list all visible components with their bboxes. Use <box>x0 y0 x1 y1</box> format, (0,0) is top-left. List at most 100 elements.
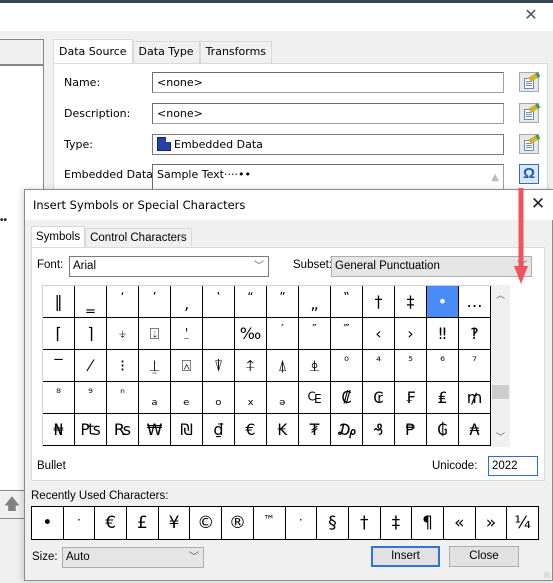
symbol-cell[interactable]: ⁝ <box>107 350 139 382</box>
symbol-cell[interactable]: ₔ <box>267 382 299 414</box>
symbol-cell[interactable]: ’ <box>139 286 171 318</box>
scroll-thumb[interactable] <box>492 385 509 399</box>
symbol-cell[interactable]: ₯ <box>331 414 363 446</box>
symbol-cell[interactable]: ⁶ <box>427 350 459 382</box>
symbol-cell[interactable]: ₪ <box>171 414 203 446</box>
symbol-cell[interactable]: ⌈ <box>43 318 75 350</box>
tab-control-characters[interactable]: Control Characters <box>85 228 192 248</box>
symbol-cell[interactable]: ′ <box>267 318 299 350</box>
symbol-cell[interactable]: ₥ <box>459 382 491 414</box>
symbol-cell[interactable]: ⍗ <box>139 318 171 350</box>
symbol-cell[interactable]: ⍓ <box>171 350 203 382</box>
symbol-cell[interactable]: ₩ <box>139 414 171 446</box>
scroll-down-icon[interactable]: ﹀ <box>491 429 510 445</box>
symbol-cell[interactable]: ‹ <box>363 318 395 350</box>
symbol-cell[interactable]: ‛ <box>203 286 235 318</box>
symbol-cell[interactable]: ‡ <box>395 286 427 318</box>
recent-character[interactable]: · <box>64 507 96 539</box>
tab-transforms[interactable]: Transforms <box>199 41 273 63</box>
recent-character[interactable]: » <box>476 507 508 539</box>
symbol-cell[interactable]: … <box>459 286 491 318</box>
symbol-cell[interactable]: ₐ <box>139 382 171 414</box>
symbol-cell[interactable]: ⍒ <box>203 350 235 382</box>
symbol-cell[interactable]: ‟ <box>331 286 363 318</box>
recent-character[interactable]: ® <box>222 507 254 539</box>
symbol-cell[interactable]: ‖ <box>43 286 75 318</box>
recent-character[interactable]: ‡ <box>381 507 413 539</box>
symbol-cell[interactable]: ⁿ <box>107 382 139 414</box>
symbol-cell[interactable]: ⁹ <box>75 382 107 414</box>
close-button[interactable]: Close <box>449 546 519 567</box>
recent-character[interactable]: † <box>349 507 381 539</box>
symbol-cell[interactable]: ‴ <box>331 318 363 350</box>
symbol-cell[interactable]: ₢ <box>363 382 395 414</box>
symbol-cell[interactable]: ₫ <box>203 414 235 446</box>
font-select[interactable]: Arial ﹀ <box>69 256 269 277</box>
recent-character[interactable]: © <box>190 507 223 539</box>
symbol-cell[interactable]: ₦ <box>43 414 75 446</box>
recent-character[interactable]: € <box>95 507 128 539</box>
symbol-cell[interactable]: ₳ <box>459 414 491 446</box>
resize-grip[interactable] <box>544 572 550 578</box>
symbol-cell[interactable]: ‘ <box>107 286 139 318</box>
size-select[interactable]: Auto ﹀ <box>62 547 204 568</box>
name-edit-button[interactable] <box>519 72 539 92</box>
symbol-cell[interactable]: ₱ <box>395 414 427 446</box>
insert-button[interactable]: Insert <box>371 546 440 567</box>
symbol-cell[interactable]: ‽ <box>459 318 491 350</box>
recent-character[interactable]: ¥ <box>159 507 191 539</box>
symbol-cell[interactable]: ₒ <box>203 382 235 414</box>
symbol-cell[interactable]: ″ <box>299 318 331 350</box>
chevron-up-icon[interactable]: ▲ <box>491 168 499 187</box>
recent-character[interactable]: ¼ <box>507 507 538 539</box>
symbol-cell[interactable]: ⍋ <box>267 350 299 382</box>
symbol-cell[interactable]: „ <box>299 286 331 318</box>
recent-character[interactable]: • <box>32 507 64 539</box>
type-edit-button[interactable] <box>519 134 539 154</box>
unicode-input[interactable]: 2022 <box>488 456 538 476</box>
subset-select[interactable]: General Punctuation ﹀ <box>331 256 532 277</box>
recent-character[interactable]: · <box>286 507 318 539</box>
symbol-cell[interactable]: ⍊ <box>139 350 171 382</box>
tab-data-type[interactable]: Data Type <box>132 41 200 63</box>
scroll-up-icon[interactable]: ︿ <box>491 287 510 303</box>
symbol-cell[interactable]: › <box>395 318 427 350</box>
move-up-button[interactable]: 🡅 <box>0 490 24 518</box>
symbol-cell[interactable]: ₡ <box>331 382 363 414</box>
symbol-cell[interactable]: ⍎ <box>299 350 331 382</box>
symbol-cell[interactable]: ‚ <box>171 286 203 318</box>
symbol-cell[interactable]: ⁄ <box>75 350 107 382</box>
symbol-cell[interactable]: ⍘ <box>171 318 203 350</box>
grid-scrollbar[interactable]: ︿ ﹀ <box>491 285 510 447</box>
symbol-cell[interactable]: ⌉ <box>75 318 107 350</box>
symbol-cell[interactable]: ₨ <box>107 414 139 446</box>
name-field[interactable]: <none> <box>152 72 504 93</box>
insert-symbol-button[interactable]: Ω <box>519 164 539 184</box>
recent-character[interactable]: ¶ <box>412 507 444 539</box>
symbol-cell[interactable]: ⁴ <box>363 350 395 382</box>
symbol-cell[interactable]: ₑ <box>171 382 203 414</box>
symbol-cell[interactable]: ⁷ <box>459 350 491 382</box>
symbol-cell[interactable]: ₓ <box>235 382 267 414</box>
symbol-cell[interactable]: ₧ <box>75 414 107 446</box>
description-edit-button[interactable] <box>519 103 539 123</box>
symbol-cell[interactable]: ⁰ <box>331 350 363 382</box>
recent-character[interactable]: « <box>444 507 476 539</box>
type-field[interactable]: Embedded Data <box>152 134 504 155</box>
symbol-cell[interactable]: ” <box>267 286 299 318</box>
symbol-cell[interactable]: ‾ <box>43 350 75 382</box>
symbol-cell[interactable]: ⍏ <box>235 350 267 382</box>
symbol-cell[interactable]: ₰ <box>363 414 395 446</box>
symbol-cell[interactable]: ₤ <box>427 382 459 414</box>
symbol-cell[interactable]: € <box>235 414 267 446</box>
symbol-cell[interactable]: ⁵ <box>395 350 427 382</box>
window-close-button[interactable]: ✕ <box>523 8 539 24</box>
symbol-cell[interactable]: ‰ <box>235 318 267 350</box>
symbol-cell[interactable]: ‼ <box>427 318 459 350</box>
dialog-close-button[interactable]: ✕ <box>529 195 547 213</box>
embedded-data-field[interactable]: Sample Text····•• ▲ <box>152 164 504 192</box>
symbol-cell[interactable] <box>203 318 235 350</box>
symbol-cell[interactable]: • <box>427 286 459 318</box>
symbol-cell[interactable]: ₣ <box>395 382 427 414</box>
description-field[interactable]: <none> <box>152 103 504 124</box>
